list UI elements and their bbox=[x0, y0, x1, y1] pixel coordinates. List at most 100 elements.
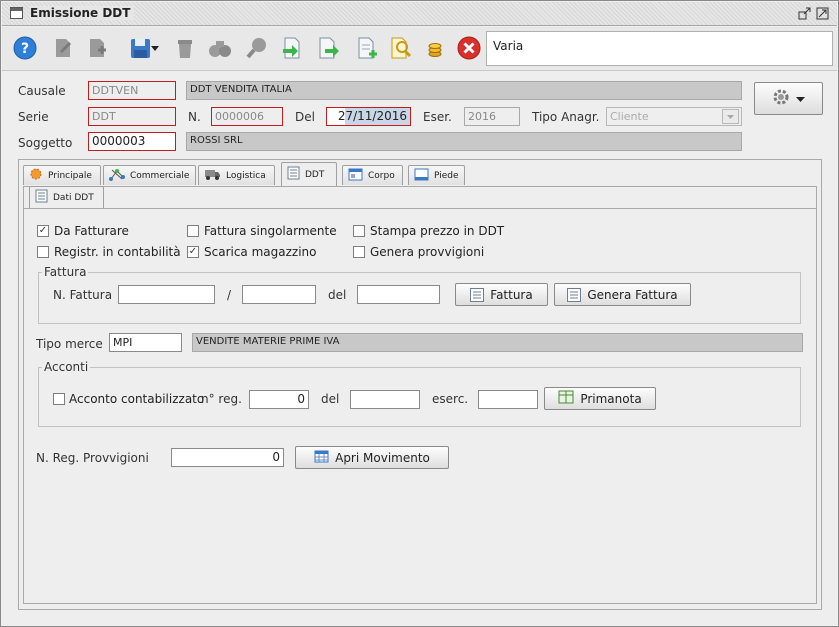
causale-label: Causale bbox=[18, 84, 66, 98]
n-reg-provvigioni-label: N. Reg. Provvigioni bbox=[36, 451, 149, 465]
soggetto-description-field: ROSSI SRL bbox=[186, 132, 742, 151]
subtab-label: Dati DDT bbox=[53, 192, 94, 203]
fattura-singolarmente-label: Fattura singolarmente bbox=[204, 224, 337, 238]
tab-piede[interactable]: Piede bbox=[408, 165, 465, 185]
eserc-label: eserc. bbox=[432, 392, 469, 406]
primanota-button[interactable]: Primanota bbox=[544, 387, 656, 410]
acconto-contabilizzato-checkbox[interactable] bbox=[53, 393, 65, 405]
fattura-button-label: Fattura bbox=[490, 287, 533, 302]
n-fattura-label: N. Fattura bbox=[53, 288, 113, 302]
scarica-magazzino-label: Scarica magazzino bbox=[204, 245, 317, 259]
registr-contabilita-checkbox[interactable] bbox=[37, 246, 49, 258]
n-fattura-field[interactable] bbox=[118, 285, 215, 304]
magnifier-icon[interactable] bbox=[244, 35, 270, 61]
da-fatturare-checkbox[interactable]: ✓ bbox=[37, 225, 49, 237]
document-icon bbox=[567, 287, 582, 302]
settings-menu-button[interactable] bbox=[754, 82, 823, 115]
tab-label: Commerciale bbox=[130, 170, 190, 181]
causale-description-field: DDT VENDITA ITALIA bbox=[186, 81, 742, 100]
tab-ddt[interactable]: DDT bbox=[281, 162, 337, 186]
export-icon[interactable] bbox=[316, 35, 342, 61]
n-fattura-suffix-field[interactable] bbox=[242, 285, 316, 304]
tab-label: Corpo bbox=[368, 170, 395, 181]
tab-corpo[interactable]: Corpo bbox=[342, 165, 403, 185]
tipo-merce-code-field[interactable]: MPI bbox=[109, 333, 182, 352]
primanota-button-label: Primanota bbox=[580, 391, 642, 406]
window: Emissione DDT ? Varia Causale DDTVEN DDT… bbox=[0, 0, 839, 627]
table-icon bbox=[314, 450, 329, 466]
da-fatturare-label: Da Fatturare bbox=[54, 224, 129, 238]
tab-label: DDT bbox=[305, 169, 325, 180]
numero-field[interactable]: 0000006 bbox=[211, 107, 283, 126]
acconto-esercizio-field[interactable] bbox=[478, 390, 538, 409]
document-icon bbox=[470, 287, 485, 302]
import-icon[interactable] bbox=[279, 35, 305, 61]
ledger-icon bbox=[558, 390, 574, 407]
window-title: Emissione DDT bbox=[30, 6, 135, 20]
save-dropdown-icon[interactable] bbox=[149, 35, 161, 61]
acconto-contabilizzato-label: Acconto contabilizzato bbox=[69, 392, 205, 406]
stampa-prezzo-label: Stampa prezzo in DDT bbox=[370, 224, 505, 238]
slash-label: / bbox=[227, 288, 232, 302]
apri-movimento-button[interactable]: Apri Movimento bbox=[295, 446, 449, 469]
edit-icon[interactable] bbox=[50, 35, 76, 61]
numero-label: N. bbox=[188, 110, 201, 124]
orange-gear-icon bbox=[29, 167, 43, 184]
svg-text:?: ? bbox=[21, 41, 29, 57]
tab-label: Principale bbox=[48, 170, 92, 181]
serie-field[interactable]: DDT bbox=[88, 107, 176, 126]
scarica-magazzino-checkbox[interactable]: ✓ bbox=[187, 246, 199, 258]
tab-principale[interactable]: Principale bbox=[23, 165, 101, 185]
document-icon bbox=[287, 166, 300, 183]
maximize-icon[interactable] bbox=[816, 7, 829, 20]
tipo-anagr-label: Tipo Anagr. bbox=[532, 110, 600, 124]
esercizio-field[interactable]: 2016 bbox=[464, 107, 520, 126]
delete-icon[interactable] bbox=[172, 35, 198, 61]
tab-label: Piede bbox=[434, 170, 459, 181]
acconti-group-title: Acconti bbox=[42, 360, 91, 374]
document-icon bbox=[35, 189, 48, 206]
acconto-date-field[interactable] bbox=[350, 390, 420, 409]
eser-label: Eser. bbox=[423, 110, 452, 124]
new-document-icon[interactable] bbox=[84, 35, 110, 61]
date-field[interactable]: 27/11/2016 bbox=[326, 107, 411, 126]
serie-label: Serie bbox=[18, 110, 49, 124]
network-icon bbox=[109, 167, 125, 184]
tab-commerciale[interactable]: Commerciale bbox=[103, 165, 196, 185]
search-binoculars-icon[interactable] bbox=[207, 35, 233, 61]
genera-fattura-button-label: Genera Fattura bbox=[587, 287, 678, 302]
causale-code-field[interactable]: DDTVEN bbox=[88, 81, 176, 100]
stampa-prezzo-checkbox[interactable] bbox=[353, 225, 365, 237]
fattura-del-label: del bbox=[328, 288, 347, 302]
n-reg-field[interactable]: 0 bbox=[249, 390, 309, 409]
apri-movimento-button-label: Apri Movimento bbox=[335, 450, 430, 465]
close-icon[interactable] bbox=[456, 35, 482, 61]
chevron-down-icon[interactable] bbox=[722, 109, 739, 124]
genera-fattura-button[interactable]: Genera Fattura bbox=[554, 283, 691, 306]
fattura-date-field[interactable] bbox=[357, 285, 440, 304]
fattura-singolarmente-checkbox[interactable] bbox=[187, 225, 199, 237]
help-icon[interactable]: ? bbox=[12, 35, 38, 61]
window-icon bbox=[10, 7, 23, 19]
fattura-button[interactable]: Fattura bbox=[455, 283, 548, 306]
n-reg-label: n° reg. bbox=[201, 392, 242, 406]
coins-icon[interactable] bbox=[422, 35, 448, 61]
del-label: Del bbox=[295, 110, 315, 124]
registr-contabilita-label: Registr. in contabilità bbox=[54, 245, 181, 259]
title-bar: Emissione DDT bbox=[2, 2, 837, 26]
user-search-icon[interactable] bbox=[388, 35, 414, 61]
soggetto-code-field[interactable]: 0000003 bbox=[88, 132, 176, 151]
restore-icon[interactable] bbox=[798, 7, 811, 20]
varia-field[interactable]: Varia bbox=[486, 31, 833, 66]
genera-provvigioni-checkbox[interactable] bbox=[353, 246, 365, 258]
acconto-del-label: del bbox=[321, 392, 340, 406]
window-list-icon bbox=[348, 168, 363, 184]
add-row-icon[interactable] bbox=[354, 35, 380, 61]
tipo-merce-description-field: VENDITE MATERIE PRIME IVA bbox=[192, 333, 803, 352]
n-reg-provvigioni-field[interactable]: 0 bbox=[171, 448, 284, 467]
subtab-dati-ddt[interactable]: Dati DDT bbox=[29, 186, 104, 208]
genera-provvigioni-label: Genera provvigioni bbox=[370, 245, 485, 259]
truck-icon bbox=[204, 167, 221, 184]
tab-logistica[interactable]: Logistica bbox=[198, 165, 275, 185]
soggetto-label: Soggetto bbox=[18, 136, 73, 150]
